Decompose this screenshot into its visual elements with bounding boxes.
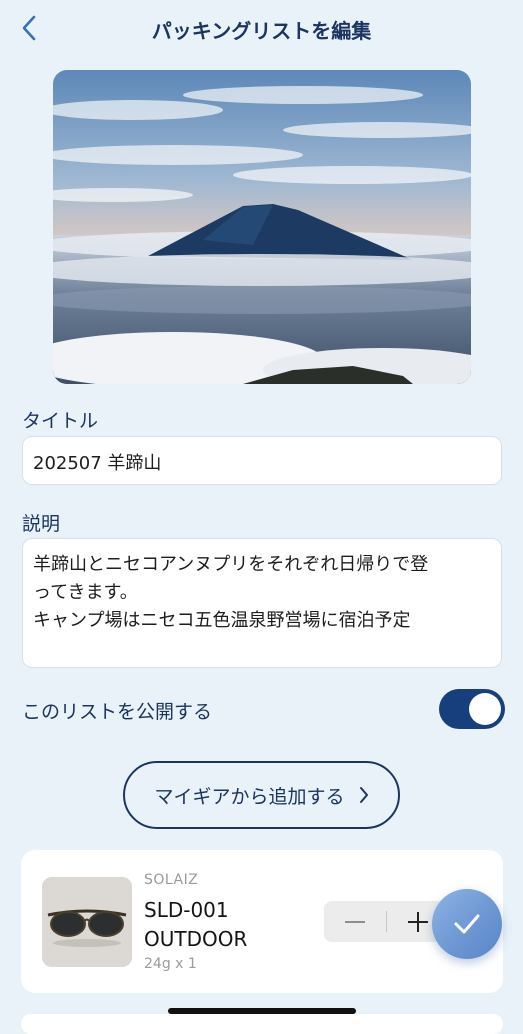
public-toggle[interactable] — [439, 689, 505, 729]
item-name: SLD-001 OUTDOOR — [144, 896, 247, 954]
description-line: キャンプ場はニセコ五色温泉野営場に宿泊予定 — [33, 610, 411, 631]
header: パッキングリストを編集 — [0, 0, 523, 60]
public-toggle-label: このリストを公開する — [22, 701, 213, 723]
page-title: パッキングリストを編集 — [151, 19, 372, 43]
cover-image[interactable] — [53, 70, 471, 384]
mountain-photo — [53, 70, 471, 384]
title-label: タイトル — [22, 410, 99, 432]
item-brand: SOLAIZ — [144, 872, 199, 888]
item-thumbnail — [42, 877, 132, 967]
sunglasses-photo — [42, 877, 132, 967]
toggle-knob — [469, 693, 501, 725]
home-indicator — [168, 1008, 356, 1014]
item-name-line: SLD-001 — [144, 898, 229, 922]
add-from-my-gear-button[interactable]: マイギアから追加する — [123, 761, 400, 829]
gear-item-card[interactable]: SOLAIZ SLD-001 OUTDOOR 24g x 1 — [21, 850, 503, 993]
chevron-right-icon — [359, 787, 368, 803]
description-textarea[interactable]: 羊蹄山とニセコアンヌプリをそれぞれ日帰りで登 ってきます。 キャンプ場はニセコ五… — [22, 538, 502, 668]
item-name-line: OUTDOOR — [144, 927, 248, 951]
gear-item-card[interactable] — [21, 1014, 503, 1034]
title-input-value: 202507 羊蹄山 — [33, 453, 162, 474]
description-line: 羊蹄山とニセコアンヌプリをそれぞれ日帰りで登 — [33, 554, 429, 575]
title-input[interactable]: 202507 羊蹄山 — [22, 436, 502, 485]
minus-icon — [345, 920, 365, 923]
save-button[interactable] — [432, 889, 502, 959]
decrement-button[interactable] — [324, 901, 386, 942]
description-line: ってきます。 — [33, 582, 138, 603]
item-weight: 24g x 1 — [144, 956, 197, 972]
add-from-my-gear-label: マイギアから追加する — [154, 785, 345, 808]
description-label: 説明 — [22, 513, 61, 535]
checkmark-icon — [454, 914, 480, 934]
plus-icon — [408, 911, 428, 932]
